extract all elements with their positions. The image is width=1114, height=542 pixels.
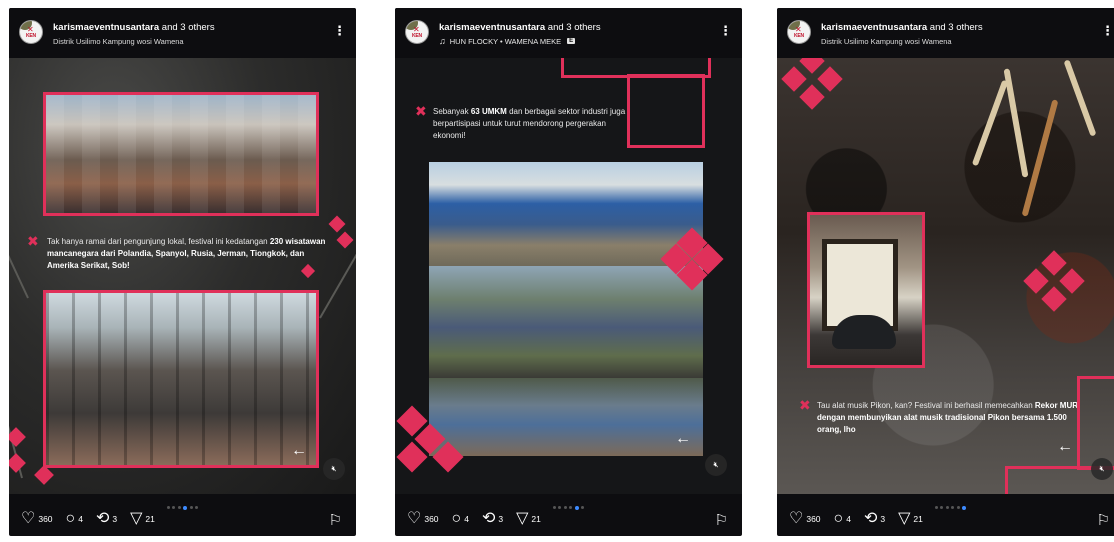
- like-button[interactable]: ♡ 360: [21, 511, 53, 527]
- post-author[interactable]: karismaeventnusantara and 3 others: [53, 22, 215, 33]
- post-header: ✕ KEN karismaeventnusantara and 3 others…: [395, 8, 742, 58]
- avatar[interactable]: ✕ KEN: [19, 20, 43, 44]
- comment-count: 4: [464, 514, 469, 524]
- comment-icon: ○: [65, 510, 76, 527]
- avatar[interactable]: ✕ KEN: [787, 20, 811, 44]
- heart-icon: ♡: [21, 510, 36, 527]
- post-media[interactable]: ✖ Sebanyak 63 UMKM dan berbagai sektor i…: [395, 58, 742, 494]
- collaborators[interactable]: and 3 others: [548, 22, 601, 33]
- explicit-badge: E: [567, 38, 576, 44]
- like-button[interactable]: ♡ 360: [789, 511, 821, 527]
- collaborators[interactable]: and 3 others: [930, 22, 983, 33]
- photo-muri-certificate: [807, 212, 925, 368]
- location-label[interactable]: Distrik Usilimo Kampung wosi Wamena: [821, 37, 952, 46]
- post-media[interactable]: ✖ Tak hanya ramai dari pengunjung lokal,…: [9, 58, 356, 494]
- share-count: 21: [531, 514, 541, 524]
- speaker-muted-icon[interactable]: 🔇︎: [323, 458, 345, 480]
- repost-icon: ⟲: [481, 510, 496, 527]
- x-mark-icon: ✖: [415, 103, 427, 119]
- comment-count: 4: [78, 514, 83, 524]
- share-button[interactable]: ▽ 21: [516, 511, 541, 527]
- photo-spectators-bottom: [43, 290, 319, 468]
- music-title: HUN FLOCKY • WAMENA MEKE: [449, 36, 562, 46]
- repost-icon: ⟲: [863, 510, 878, 527]
- comment-count: 4: [846, 514, 851, 524]
- bookmark-icon[interactable]: ⚐: [329, 511, 342, 529]
- comment-button[interactable]: ○ 4: [834, 511, 851, 527]
- like-count: 360: [424, 514, 439, 524]
- music-note-icon: ♫: [439, 36, 446, 46]
- post-caption: Sebanyak 63 UMKM dan berbagai sektor ind…: [433, 107, 626, 140]
- share-button[interactable]: ▽ 21: [130, 511, 155, 527]
- send-icon: ▽: [516, 510, 529, 527]
- post-media[interactable]: ✖ Tau alat musik Pikon, kan? Festival in…: [777, 58, 1114, 494]
- repost-count: 3: [880, 514, 886, 524]
- x-mark-icon: ✖: [27, 233, 39, 249]
- like-count: 360: [806, 514, 821, 524]
- send-icon: ▽: [130, 510, 143, 527]
- send-icon: ▽: [898, 510, 911, 527]
- arrow-left-icon[interactable]: ←: [675, 430, 691, 448]
- speaker-muted-icon[interactable]: 🔇︎: [1091, 458, 1113, 480]
- post-author[interactable]: karismaeventnusantara and 3 others: [439, 22, 601, 33]
- avatar[interactable]: ✕ KEN: [405, 20, 429, 44]
- more-vertical-icon[interactable]: ⋮: [1101, 24, 1114, 37]
- username[interactable]: karismaeventnusantara: [439, 22, 545, 33]
- repost-count: 3: [498, 514, 504, 524]
- speaker-muted-icon[interactable]: 🔇︎: [705, 454, 727, 476]
- heart-icon: ♡: [407, 510, 422, 527]
- share-button[interactable]: ▽ 21: [898, 511, 923, 527]
- music-label[interactable]: ♫ HUN FLOCKY • WAMENA MEKE E: [439, 36, 576, 46]
- bookmark-icon[interactable]: ⚐: [715, 511, 728, 529]
- post-caption: Tak hanya ramai dari pengunjung lokal, f…: [47, 237, 326, 270]
- post-header: ✕ KEN karismaeventnusantara and 3 others…: [9, 8, 356, 58]
- share-count: 21: [913, 514, 923, 524]
- arrow-left-icon[interactable]: ←: [291, 442, 307, 460]
- photo-visitors: [429, 266, 703, 378]
- comment-button[interactable]: ○ 4: [66, 511, 83, 527]
- post-card-2: ✕ KEN karismaeventnusantara and 3 others…: [395, 8, 742, 536]
- post-author[interactable]: karismaeventnusantara and 3 others: [821, 22, 983, 33]
- repost-button[interactable]: ⟲ 3: [864, 511, 885, 527]
- repost-icon: ⟲: [95, 510, 110, 527]
- action-bar: ♡ 360 ○ 4 ⟲ 3 ▽ 21: [407, 511, 548, 527]
- like-button[interactable]: ♡ 360: [407, 511, 439, 527]
- post-card-3: ✕ KEN karismaeventnusantara and 3 others…: [777, 8, 1114, 536]
- more-vertical-icon[interactable]: ⋮: [719, 24, 732, 37]
- post-caption: Tau alat musik Pikon, kan? Festival ini …: [817, 401, 1081, 434]
- action-bar: ♡ 360 ○ 4 ⟲ 3 ▽ 21: [789, 511, 930, 527]
- comment-icon: ○: [833, 510, 844, 527]
- username[interactable]: karismaeventnusantara: [821, 22, 927, 33]
- repost-button[interactable]: ⟲ 3: [482, 511, 503, 527]
- photo-market-stalls: [429, 162, 703, 266]
- post-header: ✕ KEN karismaeventnusantara and 3 others…: [777, 8, 1114, 58]
- like-count: 360: [38, 514, 53, 524]
- photo-spectators-top: [43, 92, 319, 216]
- repost-count: 3: [112, 514, 118, 524]
- arrow-left-icon[interactable]: ←: [1057, 438, 1073, 456]
- share-count: 21: [145, 514, 155, 524]
- bookmark-icon[interactable]: ⚐: [1097, 511, 1110, 529]
- photo-photographers: [429, 378, 703, 456]
- location-label[interactable]: Distrik Usilimo Kampung wosi Wamena: [53, 37, 184, 46]
- collaborators[interactable]: and 3 others: [162, 22, 215, 33]
- more-vertical-icon[interactable]: ⋮: [333, 24, 346, 37]
- repost-button[interactable]: ⟲ 3: [96, 511, 117, 527]
- heart-icon: ♡: [789, 510, 804, 527]
- username[interactable]: karismaeventnusantara: [53, 22, 159, 33]
- post-card-1: ✕ KEN karismaeventnusantara and 3 others…: [9, 8, 356, 536]
- comment-icon: ○: [451, 510, 462, 527]
- x-mark-icon: ✖: [799, 397, 811, 413]
- comment-button[interactable]: ○ 4: [452, 511, 469, 527]
- action-bar: ♡ 360 ○ 4 ⟲ 3 ▽ 21: [21, 511, 162, 527]
